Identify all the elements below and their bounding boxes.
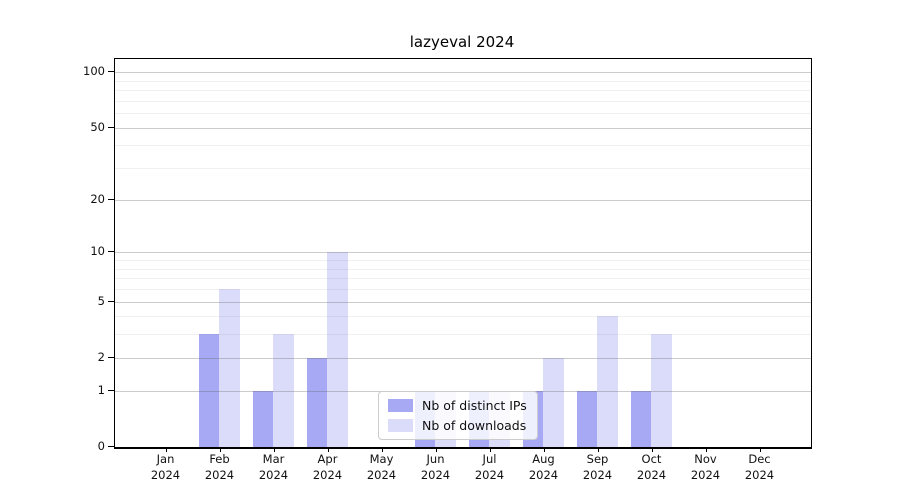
y-tick-mark — [108, 199, 114, 200]
minor-gridline — [115, 334, 811, 335]
y-tick-label: 5 — [63, 293, 105, 309]
y-tick-mark — [108, 446, 114, 447]
legend: Nb of distinct IPs Nb of downloads — [378, 391, 538, 440]
legend-item-downloads: Nb of downloads — [388, 418, 527, 433]
minor-gridline — [115, 113, 811, 114]
y-tick-mark — [108, 390, 114, 391]
major-gridline — [115, 72, 811, 73]
y-tick-label: 100 — [63, 63, 105, 79]
bar-distinct-ips — [253, 391, 274, 447]
minor-gridline — [115, 316, 811, 317]
y-tick-mark — [108, 301, 114, 302]
bar-distinct-ips — [307, 358, 328, 447]
minor-gridline — [115, 101, 811, 102]
legend-label-downloads: Nb of downloads — [422, 418, 526, 433]
legend-swatch-downloads — [388, 419, 413, 432]
minor-gridline — [115, 81, 811, 82]
y-tick-label: 50 — [63, 119, 105, 135]
legend-label-distinct-ips: Nb of distinct IPs — [422, 398, 527, 413]
minor-gridline — [115, 168, 811, 169]
bar-downloads — [543, 358, 564, 447]
y-tick-mark — [108, 127, 114, 128]
y-tick-label: 0 — [63, 438, 105, 454]
y-tick-mark — [108, 357, 114, 358]
x-tick-month: Dec — [728, 451, 792, 467]
minor-gridline — [115, 260, 811, 261]
minor-gridline — [115, 269, 811, 270]
major-gridline — [115, 252, 811, 253]
bar-downloads — [219, 289, 240, 447]
chart-figure: lazyeval 2024 Nb of distinct IPs Nb of d… — [0, 0, 900, 500]
y-tick-label: 1 — [63, 382, 105, 398]
y-tick-label: 2 — [63, 349, 105, 365]
y-tick-mark — [108, 251, 114, 252]
bar-downloads — [327, 252, 348, 447]
x-tick-label: Dec2024 — [728, 451, 792, 483]
major-gridline — [115, 302, 811, 303]
y-tick-mark — [108, 71, 114, 72]
minor-gridline — [115, 90, 811, 91]
major-gridline — [115, 128, 811, 129]
major-gridline — [115, 200, 811, 201]
y-tick-label: 20 — [63, 191, 105, 207]
chart-title: lazyeval 2024 — [114, 33, 810, 51]
minor-gridline — [115, 145, 811, 146]
bar-downloads — [597, 316, 618, 447]
bar-distinct-ips — [631, 391, 652, 447]
legend-swatch-distinct-ips — [388, 399, 413, 412]
major-gridline — [115, 358, 811, 359]
legend-item-distinct-ips: Nb of distinct IPs — [388, 398, 527, 413]
x-tick-year: 2024 — [728, 467, 792, 483]
minor-gridline — [115, 289, 811, 290]
bar-distinct-ips — [577, 391, 598, 447]
y-tick-label: 10 — [63, 243, 105, 259]
minor-gridline — [115, 278, 811, 279]
